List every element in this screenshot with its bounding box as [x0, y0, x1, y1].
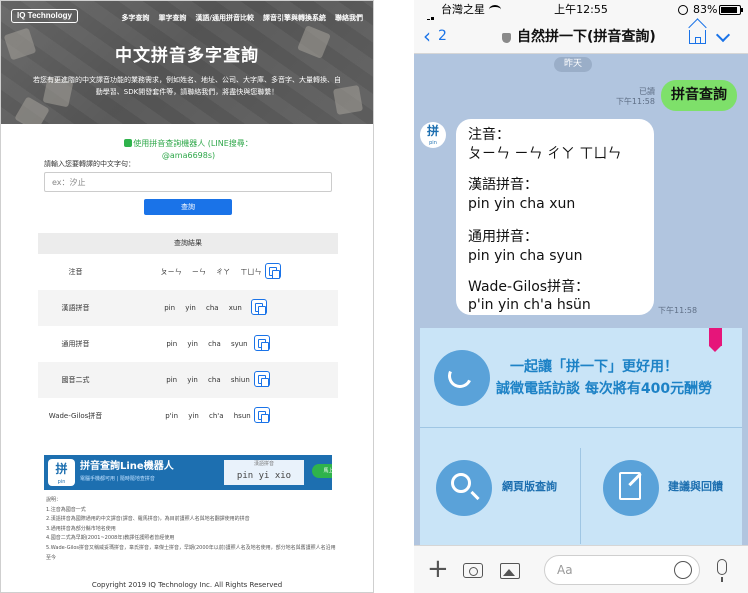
- result-label: 國音二式: [61, 376, 90, 384]
- feedback-button[interactable]: 建議與回饋: [668, 480, 723, 494]
- menu-divider: [580, 448, 581, 544]
- search-icon[interactable]: [436, 460, 492, 516]
- result-row-tongyong: 通用拼音 pin yin cha syun: [38, 326, 338, 362]
- result-row-guoyin: 國音二式 pin yin cha shiun: [38, 362, 338, 398]
- site-logo[interactable]: IQ Technology: [11, 9, 78, 23]
- copy-icon[interactable]: [265, 263, 281, 279]
- query-button[interactable]: 查詢: [144, 199, 232, 215]
- alarm-icon: [678, 5, 688, 15]
- banner-title: 拼音查詢Line機器人: [80, 461, 174, 472]
- line-chat-screen: 台灣之星 上午12:55 83% ‹ 2 自然拼一下(拼音查詢) 昨天 已讀 下…: [414, 0, 748, 593]
- battery-icon: [719, 5, 743, 15]
- banner-subtitle: 電腦手機都可用 | 隨時隨地查拼音: [80, 476, 155, 482]
- nav-item-single-char[interactable]: 單字查詢: [158, 13, 186, 23]
- reply-hanyu-label: 漢語拼音：: [468, 177, 538, 193]
- date-divider: 昨天: [554, 57, 592, 72]
- note-item: 3.通用拼音為部分縣市地名使用: [46, 525, 116, 532]
- result-label: 注音: [68, 268, 83, 276]
- plus-icon[interactable]: +: [427, 555, 449, 583]
- promo-line-1: 一起讓「拼一下」更好用！: [510, 359, 678, 375]
- emoji-icon[interactable]: [674, 561, 692, 579]
- copyright: Copyright 2019 IQ Technology Inc. All Ri…: [91, 581, 283, 589]
- result-value: pin yin cha shiun: [166, 376, 250, 384]
- notes-title: 說明：: [46, 497, 62, 503]
- feedback-icon[interactable]: [603, 460, 659, 516]
- result-value: ㄆㄧㄣ ㄧㄣ ㄔㄚ ㄒㄩㄣ: [160, 268, 262, 276]
- hero-description: 若您有更進階的中文譯音功能的業務需求，例如姓名、地址、公司、大字庫、多音字、大量…: [33, 76, 341, 96]
- note-item: 1.注音為國音一式: [46, 506, 86, 513]
- pinyin-website: IQ Technology 多字查詢 單字查詢 漢語/通用拼音比較 譯音引擎與轉…: [0, 0, 374, 593]
- reply-tongyong-value: pin yin cha syun: [468, 248, 583, 264]
- copy-icon[interactable]: [251, 299, 267, 315]
- pinyin-app-icon: 拼 pin: [48, 459, 75, 486]
- result-value: p'in yin ch'a hsun: [165, 412, 251, 420]
- result-label: Wade-Gilos拼音: [48, 412, 103, 420]
- chevron-down-icon[interactable]: [715, 27, 731, 43]
- nav-item-engine[interactable]: 譯音引擎與轉換系統: [263, 13, 326, 23]
- copy-icon[interactable]: [254, 335, 270, 351]
- chat-header: ‹ 2 自然拼一下(拼音查詢): [414, 20, 748, 54]
- chat-title: 自然拼一下(拼音查詢): [517, 29, 656, 45]
- reply-zhuyin-value: ㄆㄧㄣ ㄧㄣ ㄔㄚ ㄒㄩㄣ: [468, 146, 622, 162]
- line-bot-text: 使用拼音查詢機器人 (LINE搜尋：@ama6698s): [133, 139, 253, 160]
- web-query-button[interactable]: 網頁版查詢: [502, 480, 557, 494]
- home-icon[interactable]: [689, 30, 706, 44]
- result-row-wade-giles: Wade-Gilos拼音 p'in yin ch'a hsun: [38, 398, 338, 434]
- back-chevron-icon[interactable]: ‹: [423, 25, 431, 47]
- result-value: pin yin cha xun: [164, 304, 242, 312]
- banner-demo: 漢語拼音 pin yi xio: [224, 460, 304, 485]
- notes: 說明： 1.注音為國音一式 2.漢語拼音為國際通用的中文譯音(譯音、羅馬拼音)，…: [46, 496, 346, 563]
- rich-menu-promo[interactable]: 一起讓「拼一下」更好用！ 誠徵電話訪談 每次將有400元酬勞: [420, 328, 742, 428]
- reply-zhuyin-label: 注音：: [468, 127, 510, 143]
- phone-icon: [434, 350, 490, 406]
- top-nav: 多字查詢 單字查詢 漢語/通用拼音比較 譯音引擎與轉換系統 聯絡我們: [121, 13, 363, 23]
- note-item: 4.國音二式為早期(2001~2008年)教譯任護照者曾經使用: [46, 535, 175, 542]
- result-row-hanyu: 漢語拼音 pin yin cha xun: [38, 290, 338, 326]
- copy-icon[interactable]: [254, 371, 270, 387]
- chinese-text-input[interactable]: [44, 172, 332, 192]
- hero-banner: IQ Technology 多字查詢 單字查詢 漢語/通用拼音比較 譯音引擎與轉…: [1, 1, 373, 124]
- sent-message[interactable]: 拼音查詢: [661, 80, 737, 111]
- result-value: pin yin cha syun: [166, 340, 248, 348]
- message-read-status: 已讀 下午11:58: [615, 87, 655, 106]
- note-item: 5.Wade-Gilos拼音又稱威妥瑪拼音，韋氏拼音，韋傑士拼音，早期(2000…: [46, 544, 336, 561]
- bot-reply-message[interactable]: 注音： ㄆㄧㄣ ㄧㄣ ㄔㄚ ㄒㄩㄣ 漢語拼音： pin yin cha xun …: [456, 119, 654, 315]
- battery-percent: 83%: [693, 3, 718, 16]
- screenshot-root: IQ Technology 多字查詢 單字查詢 漢語/通用拼音比較 譯音引擎與轉…: [0, 0, 748, 593]
- status-bar: 台灣之星 上午12:55 83%: [414, 0, 748, 26]
- shield-icon: [502, 33, 511, 43]
- bookmark-icon: [709, 328, 722, 352]
- reply-tongyong-label: 通用拼音：: [468, 229, 538, 245]
- promo-line-2: 誠徵電話訪談 每次將有400元酬勞: [496, 381, 713, 397]
- microphone-icon[interactable]: [717, 559, 727, 582]
- add-friend-button[interactable]: 馬上加好友: [312, 464, 332, 478]
- chat-input-bar: +: [414, 545, 748, 593]
- reply-wade-label: Wade-Gilos拼音：: [468, 279, 590, 295]
- result-label: 漢語拼音: [61, 304, 90, 312]
- line-icon: [124, 139, 133, 147]
- page-title: 中文拼音多字查詢: [115, 46, 259, 66]
- nav-item-compare[interactable]: 漢語/通用拼音比較: [195, 13, 254, 23]
- result-row-zhuyin: 注音 ㄆㄧㄣ ㄧㄣ ㄔㄚ ㄒㄩㄣ: [38, 254, 338, 290]
- rich-menu: 一起讓「拼一下」更好用！ 誠徵電話訪談 每次將有400元酬勞 網頁版查詢 建議與…: [420, 328, 742, 554]
- result-table-header: 查詢結果: [38, 233, 338, 254]
- result-label: 通用拼音: [61, 340, 90, 348]
- input-label: 請輸入您要轉譯的中文字句：: [44, 160, 135, 168]
- reply-wade-value: p'in yin ch'a hsün: [468, 297, 591, 313]
- camera-icon[interactable]: [463, 563, 483, 578]
- copy-icon[interactable]: [254, 407, 270, 423]
- nav-item-contact[interactable]: 聯絡我們: [335, 13, 363, 23]
- nav-item-multi-char[interactable]: 多字查詢: [121, 13, 149, 23]
- reply-time: 下午11:58: [658, 306, 698, 315]
- reply-hanyu-value: pin yin cha xun: [468, 196, 576, 212]
- image-icon[interactable]: [500, 563, 520, 579]
- line-bot-banner[interactable]: 拼 pin 拼音查詢Line機器人 電腦手機都可用 | 隨時隨地查拼音 漢語拼音 …: [44, 455, 332, 490]
- unread-count[interactable]: 2: [438, 28, 447, 45]
- bot-avatar[interactable]: 拼 pin: [420, 122, 446, 148]
- note-item: 2.漢語拼音為國際通用的中文譯音(譯音、羅馬拼音)，為目前護照人名與地名翻譯使用…: [46, 516, 250, 523]
